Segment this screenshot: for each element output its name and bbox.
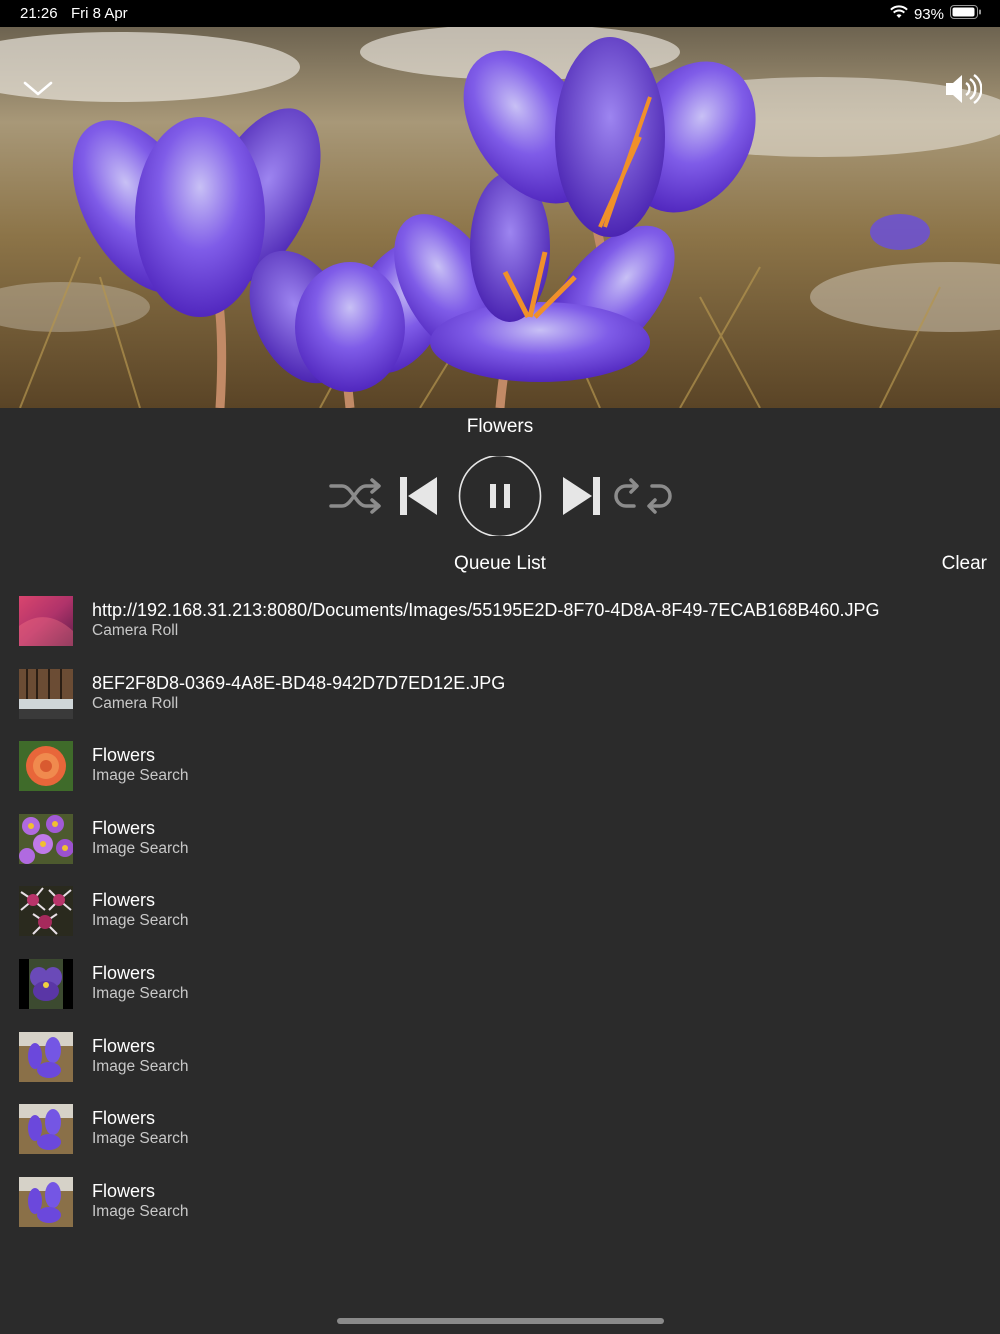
item-source: Image Search (92, 1057, 189, 1075)
thumbnail (19, 1031, 73, 1082)
status-indicators: 93% (890, 4, 982, 24)
item-title: Flowers (92, 817, 156, 838)
clear-button[interactable]: Clear (942, 553, 987, 575)
list-item[interactable]: 8EF2F8D8-0369-4A8E-BD48-942D7D7ED12E.JPG… (0, 665, 1000, 738)
track-title: Flowers (466, 416, 534, 437)
battery-percentage: 93% (913, 5, 944, 23)
next-icon[interactable] (560, 476, 602, 521)
thumbnail (19, 668, 73, 719)
list-item[interactable]: http://192.168.31.213:8080/Documents/Ima… (0, 592, 1000, 665)
item-title: Flowers (92, 1180, 156, 1201)
artwork-image (0, 27, 1000, 408)
item-title: Flowers (92, 962, 156, 983)
thumbnail (19, 1176, 73, 1227)
item-title: Flowers (92, 1108, 156, 1129)
shuffle-icon[interactable] (328, 476, 384, 521)
item-source: Image Search (92, 912, 189, 930)
queue-list: http://192.168.31.213:8080/Documents/Ima… (0, 592, 1000, 1245)
list-item[interactable]: Flowers Image Search (0, 1028, 1000, 1101)
thumbnail (19, 741, 73, 792)
thumbnail (19, 813, 73, 864)
list-item[interactable]: Flowers Image Search (0, 882, 1000, 955)
battery-icon (950, 4, 982, 24)
speaker-icon[interactable] (942, 71, 982, 107)
home-indicator[interactable] (337, 1318, 664, 1324)
status-date: Fri 8 Apr (71, 5, 128, 22)
previous-icon[interactable] (398, 476, 440, 521)
queue-header: Queue List Clear (0, 553, 1000, 577)
item-title: Flowers (92, 745, 156, 766)
item-source: Image Search (92, 1130, 189, 1148)
item-title: Flowers (92, 890, 156, 911)
thumbnail (19, 1104, 73, 1155)
list-item[interactable]: Flowers Image Search (0, 1173, 1000, 1246)
item-source: Image Search (92, 1202, 189, 1220)
item-title: 8EF2F8D8-0369-4A8E-BD48-942D7D7ED12E.JPG (92, 672, 506, 693)
item-source: Image Search (92, 839, 189, 857)
thumbnail (19, 958, 73, 1009)
item-source: Camera Roll (92, 694, 179, 712)
item-title: Flowers (92, 1035, 156, 1056)
item-source: Camera Roll (92, 622, 179, 639)
thumbnail (19, 886, 73, 937)
list-item[interactable]: Flowers Image Search (0, 955, 1000, 1028)
wifi-icon (890, 4, 908, 24)
item-title: http://192.168.31.213:8080/Documents/Ima… (92, 600, 880, 620)
playback-controls (0, 454, 1000, 538)
item-source: Image Search (92, 984, 189, 1002)
thumbnail (19, 596, 73, 646)
list-item[interactable]: Flowers Image Search (0, 737, 1000, 810)
queue-title: Queue List (454, 553, 546, 574)
chevron-down-icon[interactable] (20, 75, 56, 103)
status-bar: 21:26 Fri 8 Apr 93% (0, 0, 1000, 27)
repeat-icon[interactable] (612, 476, 674, 521)
list-item[interactable]: Flowers Image Search (0, 1100, 1000, 1173)
item-source: Image Search (92, 767, 189, 785)
pause-icon[interactable] (458, 454, 542, 541)
list-item[interactable]: Flowers Image Search (0, 810, 1000, 883)
status-time: 21:26 (20, 5, 58, 22)
